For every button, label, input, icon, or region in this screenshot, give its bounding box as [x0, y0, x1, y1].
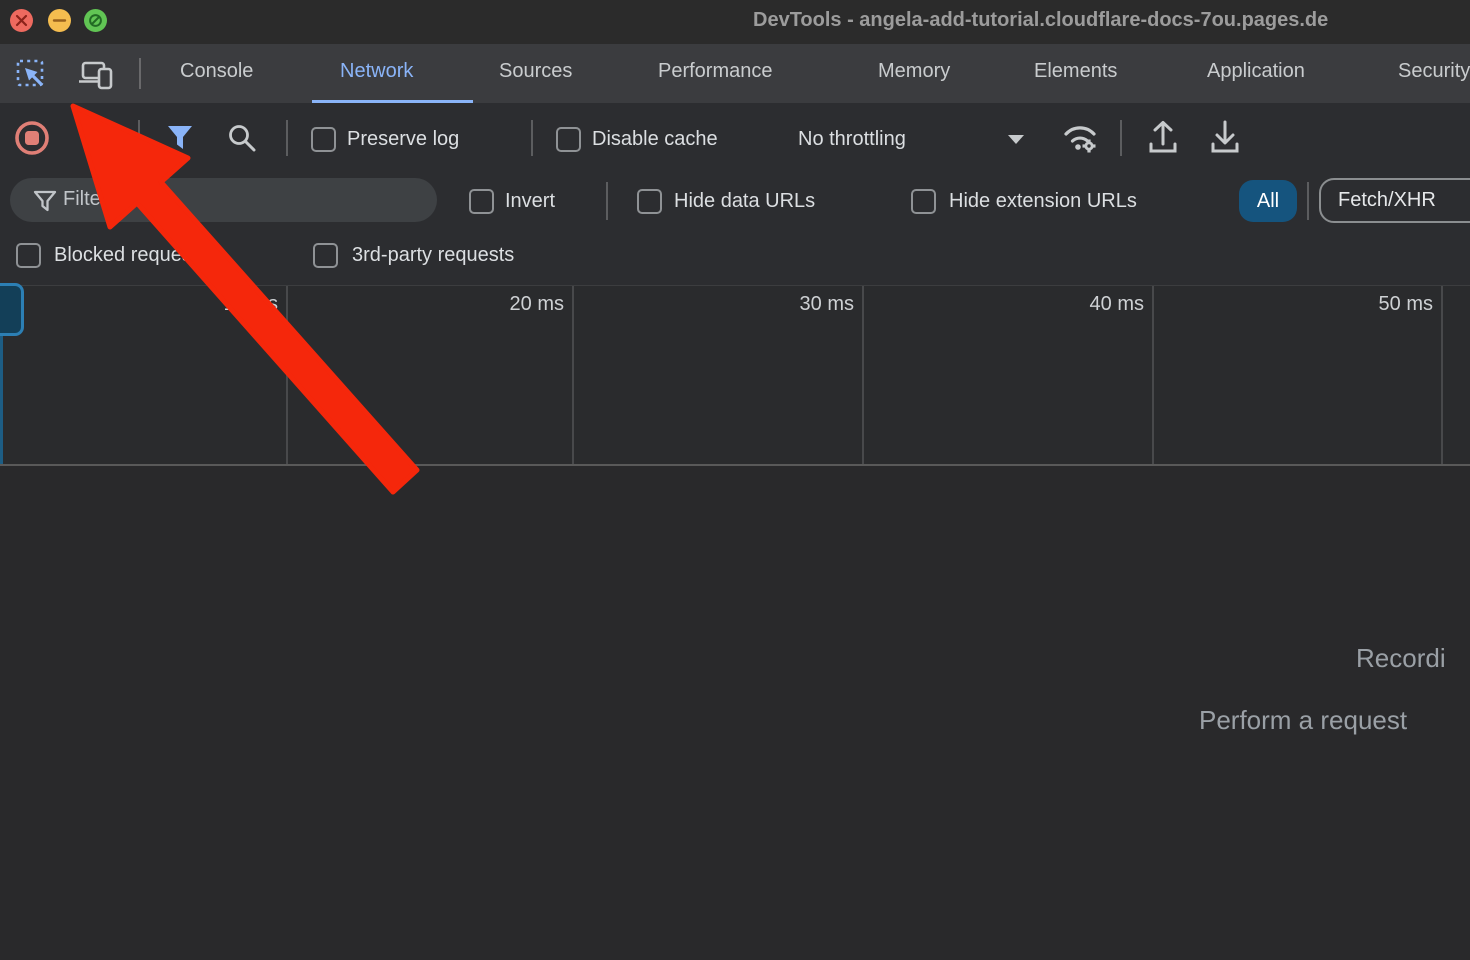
third-party-requests-checkbox[interactable] — [313, 243, 338, 268]
export-har-download-icon[interactable] — [1208, 118, 1242, 156]
disable-cache-label[interactable]: Disable cache — [592, 128, 718, 151]
timeline-tick-label: 40 ms — [1074, 293, 1144, 316]
close-icon — [10, 9, 33, 32]
hide-extension-urls-label[interactable]: Hide extension URLs — [949, 190, 1137, 213]
tab-security[interactable]: Security — [1398, 60, 1470, 83]
timeline-gridline — [862, 286, 864, 464]
preserve-log-checkbox[interactable] — [311, 127, 336, 152]
throttling-caret-icon[interactable] — [1006, 132, 1026, 146]
hide-data-urls-label[interactable]: Hide data URLs — [674, 190, 815, 213]
timeline-selection-edge — [0, 328, 3, 464]
tab-application[interactable]: Application — [1207, 60, 1305, 83]
third-party-requests-label[interactable]: 3rd-party requests — [352, 244, 514, 267]
inspect-element-icon[interactable] — [16, 59, 48, 91]
type-filter-all-button[interactable]: All — [1239, 180, 1297, 222]
device-toolbar-icon[interactable] — [78, 60, 116, 92]
clear-network-log-icon[interactable] — [80, 123, 110, 153]
close-window-button[interactable] — [10, 9, 33, 32]
title-bar: DevTools - angela-add-tutorial.cloudflar… — [0, 0, 1470, 44]
request-filter-row: Blocked requests 3rd-party requests — [0, 230, 1470, 285]
tab-memory[interactable]: Memory — [878, 60, 950, 83]
toolbar-separator — [531, 120, 533, 156]
network-filter-row: Filter Invert Hide data URLs Hide extens… — [0, 172, 1470, 230]
invert-checkbox[interactable] — [469, 189, 494, 214]
timeline-gridline — [1152, 286, 1154, 464]
record-network-log-icon[interactable] — [13, 119, 51, 157]
tab-sources[interactable]: Sources — [499, 60, 572, 83]
toolbar-separator — [286, 120, 288, 156]
devtools-tab-bar: Console Network Sources Performance Memo… — [0, 44, 1470, 103]
tab-elements[interactable]: Elements — [1034, 60, 1117, 83]
devtools-window: DevTools - angela-add-tutorial.cloudflar… — [0, 0, 1470, 960]
window-title: DevTools - angela-add-tutorial.cloudflar… — [753, 9, 1328, 32]
timeline-tick-label: 10 ms — [208, 293, 278, 316]
hide-data-urls-checkbox[interactable] — [637, 189, 662, 214]
filter-input-placeholder: Filter — [63, 188, 107, 211]
blocked-requests-label[interactable]: Blocked requests — [54, 244, 207, 267]
timeline-tick-label: 30 ms — [784, 293, 854, 316]
network-conditions-icon[interactable] — [1058, 115, 1102, 159]
network-toolbar: Preserve log Disable cache No throttling — [0, 103, 1470, 173]
zoom-icon — [84, 9, 107, 32]
blocked-requests-checkbox[interactable] — [16, 243, 41, 268]
hide-extension-urls-checkbox[interactable] — [911, 189, 936, 214]
toolbar-separator — [138, 120, 140, 156]
empty-state-recording-text: Recordi — [1356, 643, 1446, 674]
timeline-gridline — [286, 286, 288, 464]
tab-network[interactable]: Network — [340, 60, 413, 83]
toolbar-separator — [1120, 120, 1122, 156]
throttling-select-value[interactable]: No throttling — [798, 128, 906, 151]
tab-performance[interactable]: Performance — [658, 60, 773, 83]
type-filter-fetch-xhr-button[interactable]: Fetch/XHR — [1319, 178, 1470, 223]
filter-input-funnel-icon — [32, 188, 58, 214]
invert-label[interactable]: Invert — [505, 190, 555, 213]
empty-state-perform-request-text: Perform a request — [1199, 705, 1407, 736]
search-icon[interactable] — [226, 122, 258, 154]
timeline-gridline — [572, 286, 574, 464]
tabbar-separator — [139, 58, 141, 89]
network-overview-timeline[interactable]: 10 ms 20 ms 30 ms 40 ms 50 ms — [0, 285, 1470, 466]
minimize-icon — [48, 9, 71, 32]
import-har-upload-icon[interactable] — [1146, 118, 1180, 156]
filter-separator — [1307, 182, 1309, 220]
preserve-log-label[interactable]: Preserve log — [347, 128, 459, 151]
timeline-gridline — [1441, 286, 1443, 464]
zoom-window-button[interactable] — [84, 9, 107, 32]
timeline-selection-handle[interactable] — [0, 283, 24, 336]
tab-console[interactable]: Console — [180, 60, 253, 83]
timeline-tick-label: 20 ms — [494, 293, 564, 316]
disable-cache-checkbox[interactable] — [556, 127, 581, 152]
minimize-window-button[interactable] — [48, 9, 71, 32]
filter-funnel-icon[interactable] — [166, 123, 194, 153]
filter-input[interactable]: Filter — [10, 178, 437, 222]
timeline-tick-label: 50 ms — [1363, 293, 1433, 316]
filter-separator — [606, 182, 608, 220]
